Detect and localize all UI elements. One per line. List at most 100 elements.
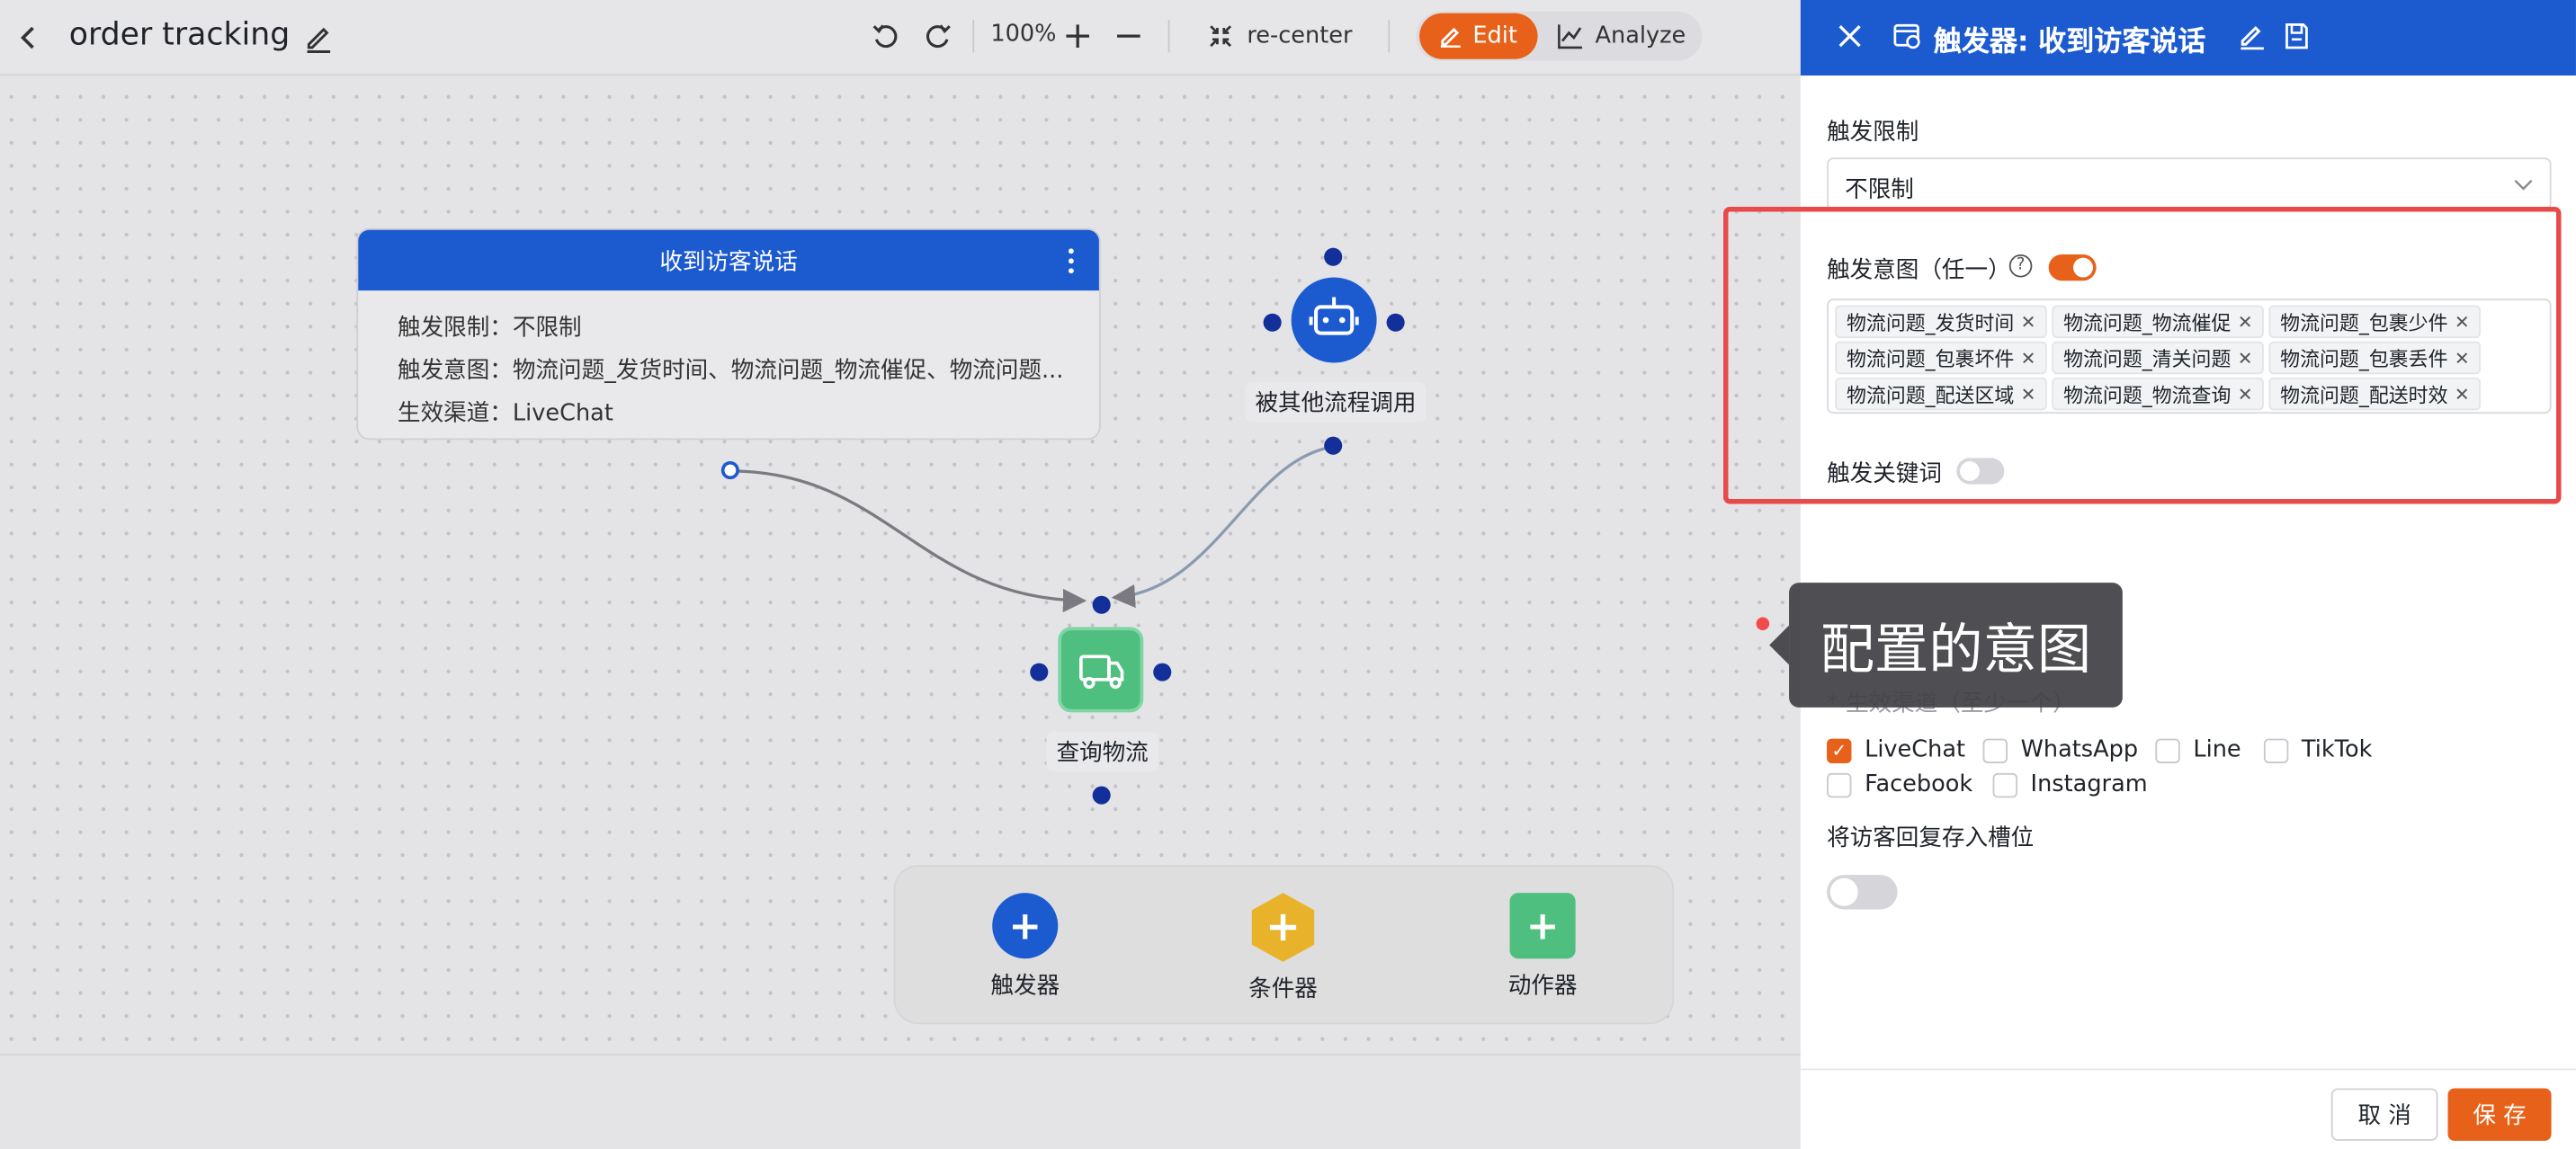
channel-label: WhatsApp [2020,736,2139,763]
panel-footer: 取 消 保 存 [1800,1068,2576,1149]
channel-label: Instagram [2030,771,2148,798]
analyze-mode-button[interactable]: Analyze [1558,13,1686,59]
tag-close-icon[interactable]: ✕ [2021,383,2036,405]
edit-title-icon[interactable] [302,22,335,55]
back-icon[interactable] [13,22,47,55]
slot-label: 将访客回复存入槽位 [1827,825,2035,852]
trigger-node-header: 收到访客说话 [358,229,1099,291]
compress-icon [1210,25,1232,48]
edge-robot-to-action [1111,444,1335,609]
intent-tag: 物流问题_清关问题 ✕ [2052,341,2265,375]
intent-tooltip: 配置的意图 [1769,583,2123,708]
zoom-out-icon[interactable] [1114,22,1143,51]
edit-icon[interactable] [2238,22,2267,51]
toolbar-divider [972,19,975,53]
hexagon-plus-icon [1251,893,1315,962]
more-icon[interactable] [1066,246,1076,276]
analyze-label: Analyze [1595,22,1686,49]
mode-switch: Edit Analyze [1416,11,1703,61]
slot-toggle[interactable] [1827,875,1898,910]
intent-tag-label: 物流问题_包裹少件 [2280,310,2448,334]
intent-tag: 物流问题_物流查询 ✕ [2052,377,2265,411]
toolbar-divider [1388,19,1391,53]
save-draft-icon[interactable] [2282,22,2312,51]
keyword-label: 触发关键词 [1827,461,1942,488]
trigger-icon [1893,23,1920,49]
channel-instagram[interactable]: Instagram [1992,771,2148,798]
channel-label: LiveChat [1865,736,1966,763]
plus-icon: + [1509,893,1576,959]
recenter-button[interactable]: re-center [1207,18,1352,54]
tag-close-icon[interactable]: ✕ [2021,347,2036,369]
channel-livechat[interactable]: ✓ LiveChat [1827,737,1965,763]
action-node-label: 查询物流 [1046,732,1158,772]
config-panel: 触发器: 收到访客说话 触发限制 不限制 触发意图（任一） ? 物流问题_发货时… [1722,0,2576,1149]
limit-select[interactable]: 不限制 [1827,157,2552,210]
action-tool-label: 动作器 [1507,973,1578,1000]
robot-node-handle-bottom[interactable] [1324,436,1343,455]
channel-label: Facebook [1865,771,1973,798]
undo-icon[interactable] [871,22,900,51]
panel-header: 触发器: 收到访客说话 [1800,0,2576,76]
save-button[interactable]: 保 存 [2447,1088,2552,1141]
action-node-handle-bottom[interactable] [1092,786,1111,805]
zoom-in-icon[interactable] [1063,22,1093,51]
tag-close-icon[interactable]: ✕ [2238,311,2253,333]
tag-close-icon[interactable]: ✕ [2238,383,2253,405]
channel-line[interactable]: Line [2155,737,2241,763]
intent-tag: 物流问题_发货时间 ✕ [1835,305,2048,339]
action-node[interactable] [1058,627,1144,713]
plus-icon: + [992,893,1059,959]
robot-node[interactable] [1291,277,1377,363]
tag-close-icon[interactable]: ✕ [2021,311,2036,333]
add-condition-tool[interactable]: 条件器 [1217,893,1348,1004]
limit-select-value: 不限制 [1845,177,1914,204]
trigger-node-card[interactable]: 收到访客说话 触发限制：不限制 触发意图：物流问题_发货时间、物流问题_物流催促… [356,227,1101,441]
flow-title: order tracking [68,16,291,53]
intent-tag-label: 物流问题_物流查询 [2063,383,2232,406]
action-node-handle-right[interactable] [1153,663,1172,681]
checkbox-icon [1992,771,2017,797]
truck-icon [1079,655,1124,690]
help-icon[interactable]: ? [2008,254,2033,278]
robot-icon [1309,297,1359,335]
add-trigger-tool[interactable]: + 触发器 [960,893,1091,1001]
pencil-icon [1441,27,1462,48]
keyword-toggle[interactable] [1956,458,2005,485]
close-icon[interactable] [1837,23,1863,49]
edge-trigger-to-action [730,469,1087,613]
channel-facebook[interactable]: Facebook [1827,771,1972,797]
add-action-tool[interactable]: + 动作器 [1477,893,1608,1001]
cancel-button[interactable]: 取 消 [2330,1088,2438,1141]
checkbox-checked-icon: ✓ [1827,737,1852,763]
checkbox-icon [1827,771,1852,797]
intent-tag: 物流问题_包裹丢件 ✕ [2268,341,2482,375]
channel-whatsapp[interactable]: WhatsApp [1982,736,2139,763]
toolbar-divider [1167,19,1170,53]
intent-toggle[interactable] [2048,254,2097,281]
limit-label: 触发限制 [1827,120,1919,147]
tag-close-icon[interactable]: ✕ [2455,383,2470,405]
checkbox-icon [2155,737,2180,763]
tag-close-icon[interactable]: ✕ [2455,311,2470,333]
tag-close-icon[interactable]: ✕ [2238,347,2253,369]
chart-line-icon [1558,24,1582,49]
intent-tag-label: 物流问题_包裹坏件 [1846,347,2015,370]
action-node-handle-left[interactable] [1030,663,1049,681]
robot-node-handle-right[interactable] [1386,313,1405,332]
action-node-handle-top[interactable] [1092,595,1111,614]
robot-node-handle-top[interactable] [1324,247,1343,266]
node-toolbox: + 触发器 条件器 + 动作器 [895,866,1673,1023]
zoom-level: 100% [990,21,1057,48]
tag-close-icon[interactable]: ✕ [2455,347,2470,369]
robot-node-handle-left[interactable] [1263,313,1282,332]
intent-tag-label: 物流问题_发货时间 [1846,310,2015,334]
chevron-down-icon [2514,179,2533,191]
intent-tags-input[interactable]: 物流问题_发货时间 ✕ 物流问题_物流催促 ✕ 物流问题_包裹少件 ✕ 物流问题_包裹… [1827,298,2552,414]
intent-tag-label: 物流问题_配送时效 [2280,383,2448,406]
edit-mode-button[interactable]: Edit [1419,13,1538,59]
channel-tiktok[interactable]: TikTok [2263,737,2372,763]
redo-icon[interactable] [923,22,953,51]
intent-tag: 物流问题_包裹少件 ✕ [2268,305,2482,339]
trigger-output-handle[interactable] [720,461,739,480]
